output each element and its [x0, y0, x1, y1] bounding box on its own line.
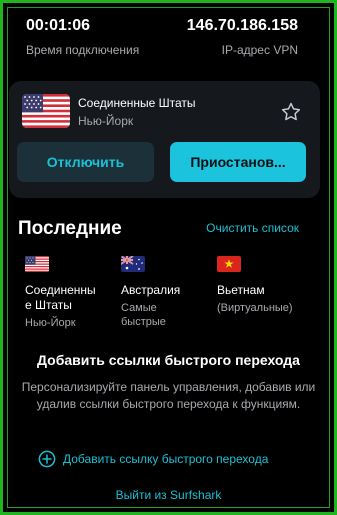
recent-item-name: Вьетнам: [217, 283, 265, 297]
location-city: Нью-Йорк: [78, 114, 134, 128]
recent-item-name-line1: Соединенны: [25, 283, 96, 297]
recent-item-sub-line1: Самые: [121, 302, 157, 314]
star-icon[interactable]: [280, 101, 302, 123]
location-country: Соединенные Штаты: [78, 96, 196, 110]
recent-item-sub: Самые быстрые: [121, 301, 201, 329]
add-shortcut-label: Добавить ссылку быстрого перехода: [63, 452, 269, 466]
vn-flag-icon: [217, 256, 241, 272]
vpn-ip-value: 146.70.186.158: [186, 17, 298, 34]
add-shortcut-link[interactable]: Добавить ссылку быстрого перехода: [38, 450, 268, 468]
plus-circle-icon: [38, 450, 56, 468]
connection-duration: 00:01:06: [26, 17, 91, 34]
clear-list-link[interactable]: Очистить список: [206, 221, 299, 235]
connection-duration-label: Время подключения: [26, 43, 140, 57]
us-flag-icon: [25, 256, 49, 272]
connection-time: 00:01:06 Время подключения: [26, 17, 139, 57]
pause-button[interactable]: Приостанов...: [170, 142, 306, 182]
recent-item-name: Австралия: [121, 283, 181, 297]
recent-item-name-line2: е Штаты: [25, 298, 72, 312]
shortcuts-description: Персонализируйте панель управления, доба…: [21, 380, 316, 411]
disconnect-button[interactable]: Отключить: [17, 142, 154, 182]
vpn-ip: 146.70.186.158 IP-адрес VPN: [187, 17, 298, 57]
recent-item-sub: Нью-Йорк: [25, 317, 76, 329]
vpn-ip-label: IP-адрес VPN: [221, 43, 298, 57]
us-flag-icon: [22, 94, 70, 128]
recent-item-sub-line2: быстрые: [121, 316, 166, 328]
recent-item-vietnam[interactable]: Вьетнам (Виртуальные): [217, 256, 307, 315]
logout-link[interactable]: Выйти из Surfshark: [0, 488, 337, 502]
recent-item-sub: (Виртуальные): [217, 302, 293, 314]
recent-item-name: Соединенны е Штаты: [25, 283, 110, 313]
recent-item-australia[interactable]: Австралия Самые быстрые: [121, 256, 201, 329]
recent-title: Последние: [18, 218, 122, 239]
connection-card: Соединенные Штаты Нью-Йорк Отключить При…: [9, 81, 320, 198]
au-flag-icon: [121, 256, 145, 272]
recent-item-us[interactable]: Соединенны е Штаты Нью-Йорк: [25, 256, 110, 330]
shortcuts-title: Добавить ссылки быстрого перехода: [37, 352, 300, 368]
